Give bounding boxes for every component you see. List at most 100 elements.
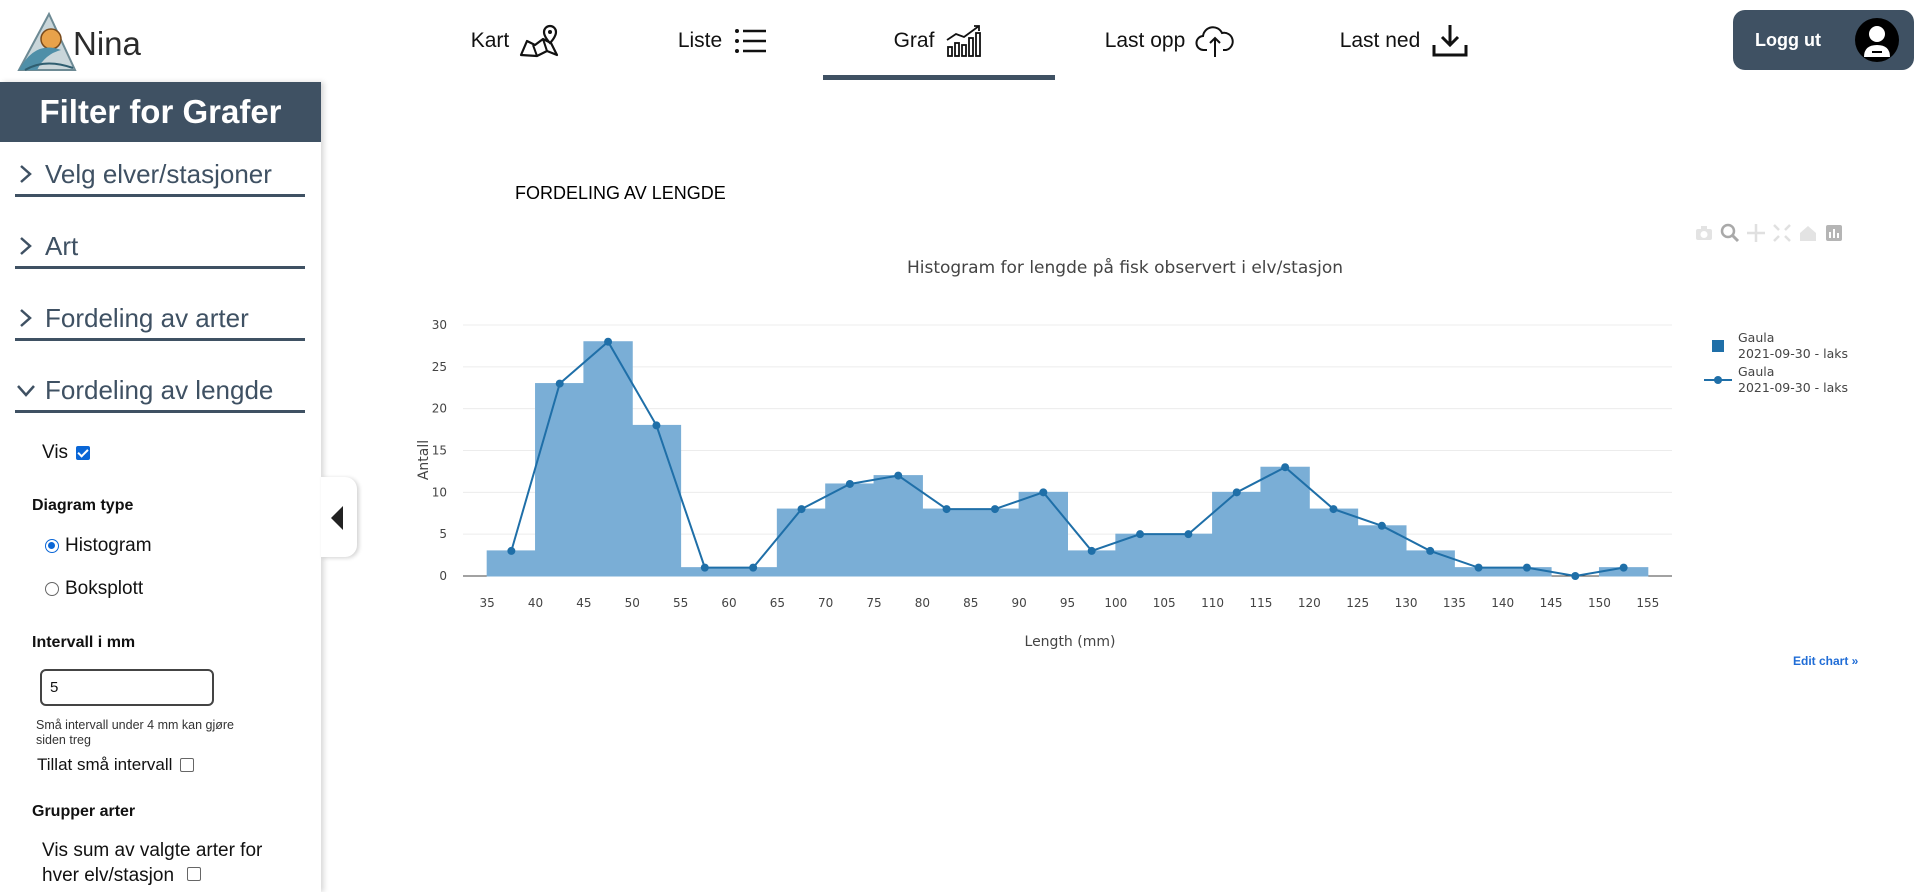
- x-tick-label: 80: [915, 596, 930, 610]
- line-point: [942, 505, 951, 514]
- legend-bar-swatch: [1712, 340, 1724, 352]
- y-tick-label: 15: [432, 444, 447, 458]
- line-point: [845, 479, 854, 488]
- accordion-velg-elver[interactable]: Velg elver/stasjoner: [15, 154, 305, 197]
- x-tick-label: 75: [866, 596, 881, 610]
- histogram-bar: [776, 508, 827, 577]
- nav-last-ned[interactable]: Last ned: [1325, 0, 1485, 82]
- y-tick-label: 30: [432, 318, 447, 332]
- x-tick-label: 135: [1443, 596, 1466, 610]
- histogram-bar: [921, 508, 972, 577]
- line-point: [1039, 488, 1048, 497]
- camera-icon[interactable]: [1693, 222, 1715, 244]
- line-point: [1571, 572, 1580, 580]
- line-point: [507, 546, 516, 555]
- x-tick-label: 85: [963, 596, 978, 610]
- x-tick-label: 90: [1011, 596, 1026, 610]
- x-tick-label: 70: [818, 596, 833, 610]
- pan-icon[interactable]: [1745, 222, 1767, 244]
- y-tick-label: 20: [432, 402, 447, 416]
- y-tick-label: 25: [432, 360, 447, 374]
- x-tick-label: 65: [770, 596, 785, 610]
- x-tick-label: 105: [1153, 596, 1176, 610]
- logout-button[interactable]: Logg ut: [1733, 10, 1914, 70]
- bar-chart-icon: [946, 25, 982, 57]
- y-axis-label: Antall: [416, 440, 432, 480]
- x-tick-label: 35: [480, 596, 495, 610]
- line-point: [604, 337, 613, 346]
- chevron-right-icon: [20, 309, 32, 327]
- nav-last-opp-label: Last opp: [1104, 29, 1186, 52]
- x-tick-label: 130: [1395, 596, 1418, 610]
- y-tick-label: 10: [432, 485, 447, 499]
- sum-row: Vis sum av valgte arter for hver elv/sta…: [42, 838, 292, 888]
- chevron-right-icon: [20, 165, 32, 183]
- interval-label: Intervall i mm: [32, 634, 136, 651]
- x-axis-label: Length (mm): [1025, 634, 1116, 650]
- histogram-bar: [535, 383, 585, 577]
- radio-dot[interactable]: [45, 582, 59, 596]
- line-point: [797, 505, 806, 514]
- x-tick-label: 120: [1298, 596, 1321, 610]
- line-point: [1474, 563, 1483, 572]
- cloud-upload-icon: [1195, 26, 1235, 57]
- line-point: [1136, 530, 1145, 539]
- x-tick-label: 95: [1060, 596, 1075, 610]
- radio-histogram[interactable]: Histogram: [45, 535, 152, 557]
- legend-entry-text: 2021-09-30 - laks: [1738, 380, 1848, 395]
- chart-modebar: [1693, 222, 1849, 244]
- line-point: [1329, 505, 1338, 514]
- nina-logo-icon: [17, 11, 77, 71]
- edit-chart-link[interactable]: Edit chart »: [1793, 654, 1858, 668]
- sum-checkbox[interactable]: [187, 867, 202, 881]
- x-tick-label: 45: [576, 596, 591, 610]
- legend-entry-text: Gaula: [1738, 330, 1774, 345]
- line-point: [1426, 546, 1435, 555]
- x-tick-label: 55: [673, 596, 688, 610]
- autoscale-icon[interactable]: [1771, 222, 1793, 244]
- x-tick-label: 145: [1540, 596, 1563, 610]
- interval-input[interactable]: 5: [40, 669, 214, 706]
- home-icon[interactable]: [1797, 222, 1819, 244]
- nav-kart[interactable]: Kart: [420, 0, 610, 82]
- line-point: [990, 505, 999, 514]
- chart-title: Histogram for lengde på fisk observert i…: [907, 257, 1343, 278]
- histogram-bar: [970, 508, 1020, 577]
- radio-boksplott[interactable]: Boksplott: [45, 578, 143, 600]
- histogram-bar: [631, 424, 682, 577]
- accordion-fordeling-lengde[interactable]: Fordeling av lengde: [15, 370, 305, 413]
- histogram-bar: [825, 483, 875, 577]
- line-point: [1281, 463, 1290, 472]
- nav-last-ned-label: Last ned: [1339, 29, 1421, 52]
- radio-label: Histogram: [65, 535, 152, 556]
- plotly-logo-icon[interactable]: [1823, 222, 1845, 244]
- histogram-bar: [1163, 533, 1214, 577]
- line-point: [555, 379, 564, 388]
- collapse-sidebar-button[interactable]: [321, 477, 357, 557]
- accordion-fordeling-arter[interactable]: Fordeling av arter: [15, 298, 305, 341]
- nav-last-opp[interactable]: Last opp: [1090, 0, 1250, 82]
- line-point: [1184, 530, 1193, 539]
- radio-dot[interactable]: [45, 539, 59, 553]
- zoom-icon[interactable]: [1719, 222, 1741, 244]
- caret-left-icon: [331, 506, 343, 530]
- logout-label: Logg ut: [1755, 30, 1821, 50]
- nav-graf-label: Graf: [893, 29, 935, 52]
- vis-row: Vis: [42, 442, 91, 464]
- vis-checkbox[interactable]: [76, 446, 91, 460]
- nav-graf[interactable]: Graf: [823, 0, 1055, 82]
- x-tick-label: 115: [1249, 596, 1272, 610]
- histogram-bar: [1357, 525, 1407, 577]
- sum-label: Vis sum av valgte arter for hver elv/sta…: [42, 840, 263, 886]
- app-logo[interactable]: Nina: [15, 10, 141, 72]
- y-tick-label: 0: [439, 569, 447, 583]
- nav-liste[interactable]: Liste: [630, 0, 820, 82]
- accordion-art[interactable]: Art: [15, 226, 305, 269]
- line-point: [749, 563, 758, 572]
- y-tick-label: 5: [439, 527, 447, 541]
- chevron-down-icon: [17, 385, 35, 397]
- user-avatar-icon: [1855, 18, 1899, 62]
- diagram-type-label: Diagram type: [32, 497, 134, 514]
- line-point: [1619, 563, 1628, 572]
- allow-small-checkbox[interactable]: [180, 758, 195, 772]
